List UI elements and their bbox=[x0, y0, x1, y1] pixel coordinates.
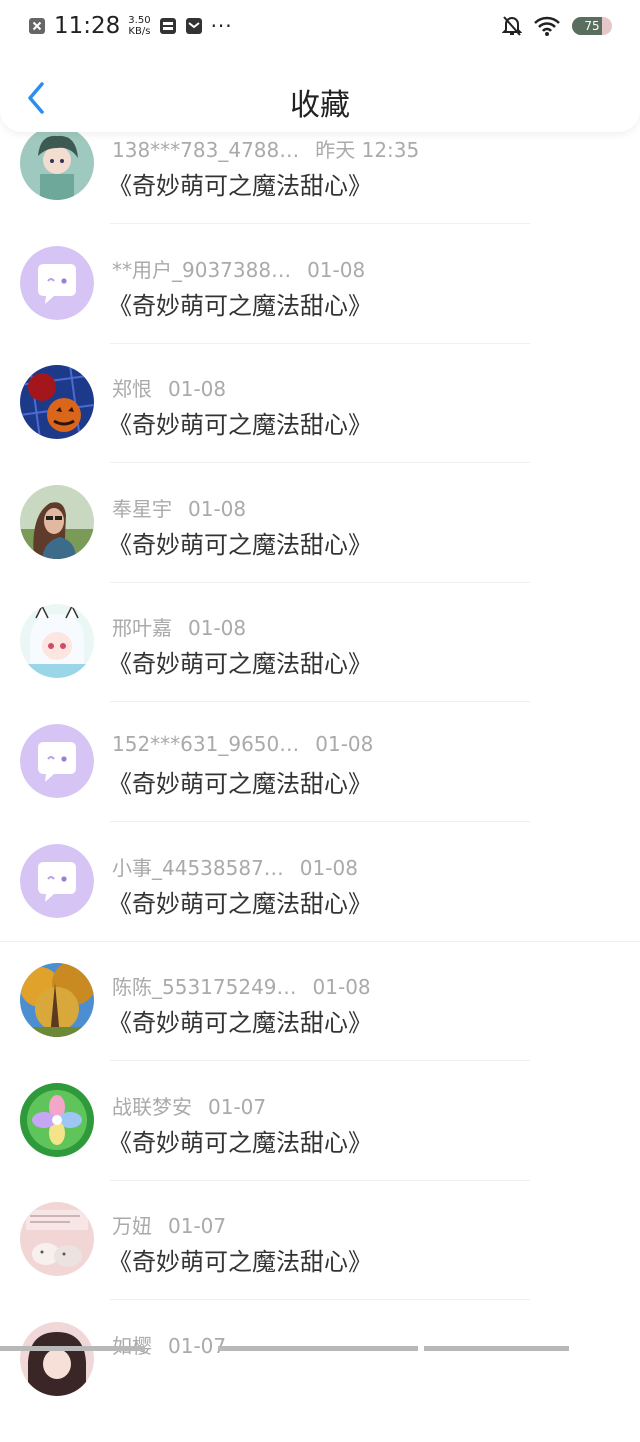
favorite-list-item[interactable]: 如樱01-07 bbox=[0, 1322, 640, 1442]
list-divider bbox=[110, 462, 530, 463]
favorite-list-item[interactable]: 奉星宇 01-08 《奇妙萌可之魔法甜心》 bbox=[0, 485, 640, 605]
user-avatar[interactable] bbox=[20, 246, 94, 320]
item-time: 01-07 bbox=[208, 1095, 267, 1119]
item-title: 《奇妙萌可之魔法甜心》 bbox=[108, 770, 372, 798]
item-title: 《奇妙萌可之魔法甜心》 bbox=[108, 650, 372, 678]
network-speed-value: 3.50 bbox=[128, 15, 151, 26]
user-avatar[interactable] bbox=[20, 1202, 94, 1276]
list-divider bbox=[110, 821, 530, 822]
user-name: 郑恨 bbox=[112, 377, 152, 401]
item-time: 01-08 bbox=[312, 975, 371, 999]
user-avatar[interactable] bbox=[20, 365, 94, 439]
item-time: 01-08 bbox=[168, 377, 227, 401]
user-name: 战联梦安 bbox=[112, 1095, 192, 1119]
list-divider bbox=[110, 1180, 530, 1181]
page-title: 收藏 bbox=[290, 88, 350, 123]
user-avatar[interactable] bbox=[20, 1083, 94, 1157]
list-divider bbox=[110, 223, 530, 224]
list-divider bbox=[110, 582, 530, 583]
item-title: 《奇妙萌可之魔法甜心》 bbox=[108, 890, 372, 918]
user-name: 138***783_4788… bbox=[112, 138, 300, 162]
list-divider bbox=[110, 1299, 530, 1300]
battery-level-text: 75 bbox=[584, 19, 600, 33]
favorite-list-item[interactable]: 小事_44538587… 01-08 《奇妙萌可之魔法甜心》 bbox=[0, 844, 640, 964]
list-divider bbox=[110, 701, 530, 702]
wifi-icon bbox=[534, 16, 560, 36]
item-meta: 152***631_9650… 01-08 bbox=[112, 732, 373, 756]
user-name: 万妞 bbox=[112, 1214, 152, 1238]
item-title: 《奇妙萌可之魔法甜心》 bbox=[108, 1129, 372, 1157]
item-meta: 如樱01-07 bbox=[112, 1330, 226, 1359]
item-title: 《奇妙萌可之魔法甜心》 bbox=[108, 531, 372, 559]
favorite-list-item[interactable]: **用户_9037388… 01-08 《奇妙萌可之魔法甜心》 bbox=[0, 246, 640, 366]
user-name: 奉星宇 bbox=[112, 497, 172, 521]
item-meta: 万妞 01-07 bbox=[112, 1210, 226, 1239]
favorite-list-item[interactable]: 战联梦安 01-07 《奇妙萌可之魔法甜心》 bbox=[0, 1083, 640, 1203]
user-avatar[interactable] bbox=[20, 724, 94, 798]
user-name: **用户_9037388… bbox=[112, 258, 292, 282]
favorite-list-item[interactable]: 邢叶嘉 01-08 《奇妙萌可之魔法甜心》 bbox=[0, 604, 640, 724]
item-time: 01-08 bbox=[299, 856, 358, 880]
item-title: 《奇妙萌可之魔法甜心》 bbox=[108, 1248, 372, 1276]
list-divider bbox=[110, 1060, 530, 1061]
nav-bar: 收藏 bbox=[0, 52, 640, 132]
storage-notification-icon bbox=[159, 18, 176, 34]
item-meta: 战联梦安 01-07 bbox=[112, 1091, 266, 1120]
item-time: 01-08 bbox=[307, 258, 366, 282]
favorite-list-item[interactable]: 陈陈_553175249… 01-08 《奇妙萌可之魔法甜心》 bbox=[0, 963, 640, 1083]
status-bar: 11:28 3.50 KB/s ··· 75 bbox=[0, 0, 640, 52]
user-name: 小事_44538587… bbox=[112, 856, 284, 880]
item-time: 01-08 bbox=[188, 497, 247, 521]
status-time: 11:28 bbox=[54, 13, 121, 39]
list-divider bbox=[0, 941, 640, 942]
user-name: 邢叶嘉 bbox=[112, 616, 172, 640]
bell-muted-icon bbox=[502, 16, 522, 36]
bottom-scroll-indicator bbox=[0, 1346, 569, 1351]
item-meta: 奉星宇 01-08 bbox=[112, 493, 246, 522]
list-divider bbox=[110, 343, 530, 344]
item-time: 01-08 bbox=[188, 616, 247, 640]
user-avatar[interactable] bbox=[20, 844, 94, 918]
item-title: 《奇妙萌可之魔法甜心》 bbox=[108, 172, 372, 200]
user-avatar[interactable] bbox=[20, 1322, 94, 1396]
network-speed: 3.50 KB/s bbox=[128, 15, 150, 37]
battery-indicator: 75 bbox=[572, 17, 612, 35]
item-meta: 陈陈_553175249… 01-08 bbox=[112, 971, 371, 1000]
item-meta: 郑恨 01-08 bbox=[112, 373, 226, 402]
user-avatar[interactable] bbox=[20, 963, 94, 1037]
item-time: 01-08 bbox=[315, 732, 374, 756]
item-meta: 小事_44538587… 01-08 bbox=[112, 852, 358, 881]
user-avatar[interactable] bbox=[20, 485, 94, 559]
user-name: 152***631_9650… bbox=[112, 732, 300, 756]
item-meta: 邢叶嘉 01-08 bbox=[112, 612, 246, 641]
favorite-list-item[interactable]: 138***783_4788… 昨天 12:35 《奇妙萌可之魔法甜心》 bbox=[0, 126, 640, 246]
more-notifications-icon: ··· bbox=[210, 14, 233, 38]
favorite-list-item[interactable]: 郑恨 01-08 《奇妙萌可之魔法甜心》 bbox=[0, 365, 640, 485]
favorite-list-item[interactable]: 万妞 01-07 《奇妙萌可之魔法甜心》 bbox=[0, 1202, 640, 1322]
network-speed-unit: KB/s bbox=[128, 26, 151, 37]
item-meta: **用户_9037388… 01-08 bbox=[112, 254, 365, 283]
item-meta: 138***783_4788… 昨天 12:35 bbox=[112, 134, 419, 163]
user-name: 陈陈_553175249… bbox=[112, 975, 297, 999]
favorite-list-item[interactable]: 152***631_9650… 01-08 《奇妙萌可之魔法甜心》 bbox=[0, 724, 640, 844]
app-close-notification-icon bbox=[29, 18, 45, 34]
item-title: 《奇妙萌可之魔法甜心》 bbox=[108, 411, 372, 439]
item-title: 《奇妙萌可之魔法甜心》 bbox=[108, 1009, 372, 1037]
mail-notification-icon bbox=[185, 18, 202, 34]
user-avatar[interactable] bbox=[20, 126, 94, 200]
item-time: 昨天 12:35 bbox=[315, 138, 420, 162]
user-name: 如樱 bbox=[112, 1330, 152, 1359]
item-title: 《奇妙萌可之魔法甜心》 bbox=[108, 292, 372, 320]
user-avatar[interactable] bbox=[20, 604, 94, 678]
item-time: 01-07 bbox=[168, 1214, 227, 1238]
